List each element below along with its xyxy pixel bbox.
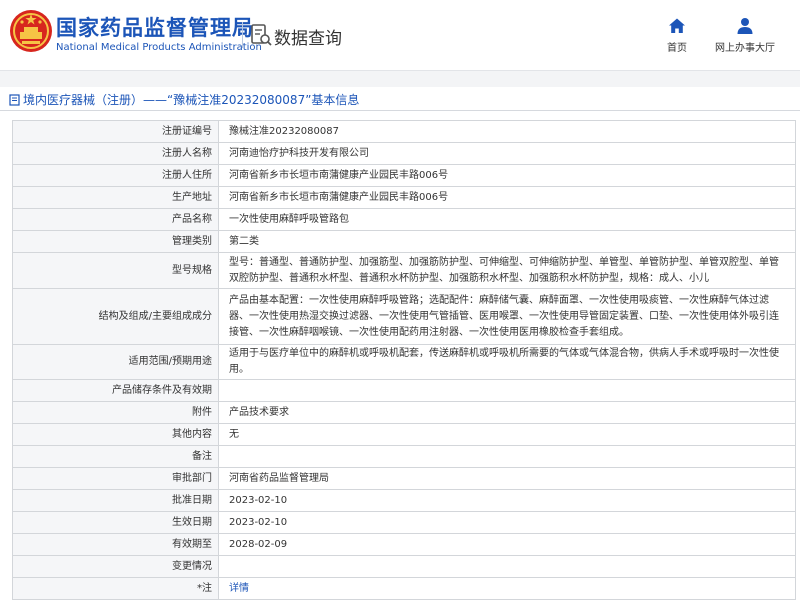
national-emblem-logo [10, 10, 52, 52]
header-divider-band [0, 70, 800, 87]
row-value [218, 379, 796, 402]
note-row-label: *注 [12, 577, 219, 600]
note-row-value: 详情 [218, 577, 796, 600]
header-divider [242, 22, 243, 48]
home-icon [669, 18, 685, 33]
row-label: 生效日期 [12, 511, 219, 534]
site-header: 国家药品监督管理局 National Medical Products Admi… [0, 0, 800, 70]
table-row: 变更情况 [12, 555, 796, 578]
module-label: 数据查询 [274, 29, 342, 49]
section-title-text: 境内医疗器械（注册）——“豫械注准20232080087”基本信息 [23, 93, 360, 107]
registration-info-table: 注册证编号 豫械注准20232080087 注册人名称 河南迪怡疗护科技开发有限… [12, 120, 796, 600]
row-value [218, 445, 796, 468]
site-title-en: National Medical Products Administration [56, 42, 262, 53]
table-row: 注册人名称 河南迪怡疗护科技开发有限公司 [12, 142, 796, 165]
table-row: 生效日期 2023-02-10 [12, 511, 796, 534]
section-title: 境内医疗器械（注册）——“豫械注准20232080087”基本信息 [9, 91, 359, 108]
table-row: 审批部门 河南省药品监督管理局 [12, 467, 796, 490]
row-value: 河南迪怡疗护科技开发有限公司 [218, 142, 796, 165]
row-value: 河南省药品监督管理局 [218, 467, 796, 490]
site-title-cn[interactable]: 国家药品监督管理局 [56, 12, 254, 42]
row-label: 结构及组成/主要组成成分 [12, 288, 219, 345]
row-label: 有效期至 [12, 533, 219, 556]
nav-online-hall-label: 网上办事大厅 [715, 43, 775, 54]
row-label: 备注 [12, 445, 219, 468]
table-row: 备注 [12, 445, 796, 468]
row-value: 2028-02-09 [218, 533, 796, 556]
table-row: 型号规格 型号：普通型、普通防护型、加强筋型、加强筋防护型、可伸缩型、可伸缩防护… [12, 252, 796, 289]
row-value: 型号：普通型、普通防护型、加强筋型、加强筋防护型、可伸缩型、可伸缩防护型、单管型… [218, 252, 796, 289]
row-label: 其他内容 [12, 423, 219, 446]
row-label: 审批部门 [12, 467, 219, 490]
row-label: 适用范围/预期用途 [12, 344, 219, 380]
row-label: 型号规格 [12, 252, 219, 289]
details-link[interactable]: 详情 [229, 583, 249, 594]
nav-online-hall-link[interactable]: 网上办事大厅 [712, 17, 778, 54]
table-row: 有效期至 2028-02-09 [12, 533, 796, 556]
row-label: 生产地址 [12, 186, 219, 209]
nav-home-link[interactable]: 首页 [662, 17, 692, 54]
row-value: 河南省新乡市长垣市南蒲健康产业园民丰路006号 [218, 186, 796, 209]
note-label-text: 注 [202, 582, 212, 594]
nav-home-label: 首页 [667, 43, 687, 54]
table-row: 管理类别 第二类 [12, 230, 796, 253]
data-query-icon [251, 24, 272, 46]
table-row: 产品名称 一次性使用麻醉呼吸管路包 [12, 208, 796, 231]
row-value: 河南省新乡市长垣市南蒲健康产业园民丰路006号 [218, 164, 796, 187]
row-value [218, 555, 796, 578]
table-row: 注册证编号 豫械注准20232080087 [12, 120, 796, 143]
user-icon [737, 18, 753, 34]
table-row: 注册人住所 河南省新乡市长垣市南蒲健康产业园民丰路006号 [12, 164, 796, 187]
row-value: 无 [218, 423, 796, 446]
table-row: 其他内容 无 [12, 423, 796, 446]
row-label: 注册人住所 [12, 164, 219, 187]
table-row: 生产地址 河南省新乡市长垣市南蒲健康产业园民丰路006号 [12, 186, 796, 209]
table-row: 结构及组成/主要组成成分 产品由基本配置：一次性使用麻醉呼吸管路；选配配件：麻醉… [12, 288, 796, 345]
row-value: 第二类 [218, 230, 796, 253]
row-label: 注册证编号 [12, 120, 219, 143]
row-label: 批准日期 [12, 489, 219, 512]
table-row: 产品储存条件及有效期 [12, 379, 796, 402]
row-value: 豫械注准20232080087 [218, 120, 796, 143]
row-label: 附件 [12, 401, 219, 424]
row-value: 适用于与医疗单位中的麻醉机或呼吸机配套，传送麻醉机或呼吸机所需要的气体或气体混合… [218, 344, 796, 380]
row-label: 管理类别 [12, 230, 219, 253]
table-row: 附件 产品技术要求 [12, 401, 796, 424]
row-label: 注册人名称 [12, 142, 219, 165]
document-icon [9, 93, 20, 106]
row-label: 产品名称 [12, 208, 219, 231]
row-value: 2023-02-10 [218, 511, 796, 534]
table-row: 批准日期 2023-02-10 [12, 489, 796, 512]
section-rule [0, 110, 800, 111]
row-label: 变更情况 [12, 555, 219, 578]
table-row: 适用范围/预期用途 适用于与医疗单位中的麻醉机或呼吸机配套，传送麻醉机或呼吸机所… [12, 344, 796, 380]
row-value: 2023-02-10 [218, 489, 796, 512]
row-value: 一次性使用麻醉呼吸管路包 [218, 208, 796, 231]
table-row: *注 详情 [12, 577, 796, 600]
row-value: 产品技术要求 [218, 401, 796, 424]
row-label: 产品储存条件及有效期 [12, 379, 219, 402]
row-value: 产品由基本配置：一次性使用麻醉呼吸管路；选配配件：麻醉储气囊、麻醉面罩、一次性使… [218, 288, 796, 345]
